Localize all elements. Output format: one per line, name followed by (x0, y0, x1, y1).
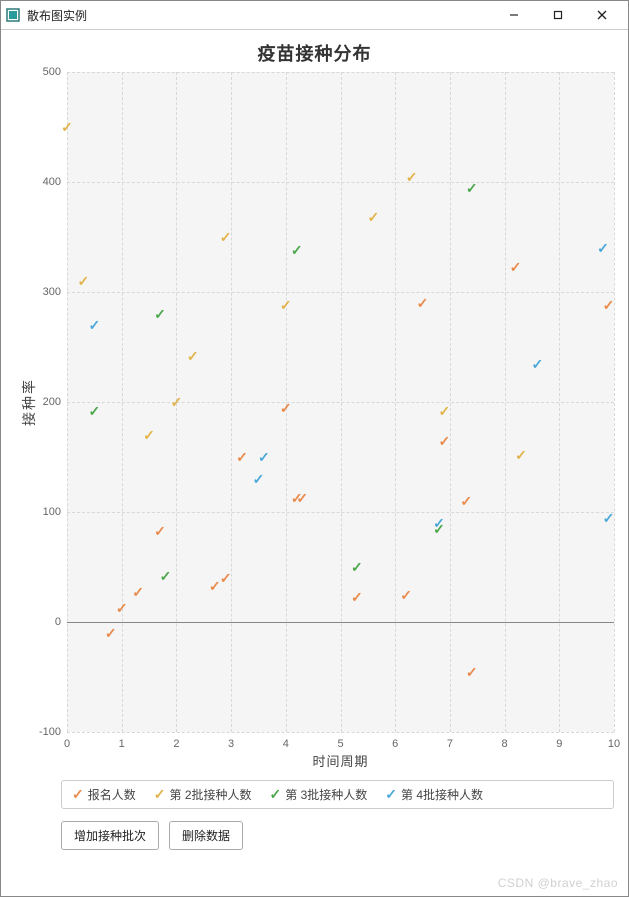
x-tick-label: 9 (556, 738, 562, 750)
data-point[interactable]: ✓ (367, 210, 379, 224)
y-tick-label: 500 (21, 66, 61, 78)
remove-data-button[interactable]: 删除数据 (169, 821, 243, 850)
data-point[interactable]: ✓ (296, 491, 308, 505)
data-point[interactable]: ✓ (220, 571, 232, 585)
x-tick-label: 7 (447, 738, 453, 750)
y-tick-label: 0 (21, 616, 61, 628)
data-point[interactable]: ✓ (220, 230, 232, 244)
legend-item[interactable]: ✓第 3批接种人数 (270, 786, 368, 803)
add-batch-button[interactable]: 增加接种批次 (61, 821, 159, 850)
data-point[interactable]: ✓ (116, 601, 128, 615)
data-point[interactable]: ✓ (236, 450, 248, 464)
legend: ✓报名人数 ✓第 2批接种人数 ✓第 3批接种人数 ✓第 4批接种人数 (61, 780, 614, 809)
x-tick-label: 5 (337, 738, 343, 750)
close-button[interactable] (580, 1, 624, 29)
x-tick-label: 10 (608, 738, 620, 750)
data-point[interactable]: ✓ (417, 296, 429, 310)
legend-item[interactable]: ✓报名人数 (72, 786, 136, 803)
data-point[interactable]: ✓ (351, 560, 363, 574)
legend-item[interactable]: ✓第 2批接种人数 (154, 786, 252, 803)
x-tick-label: 2 (173, 738, 179, 750)
data-point[interactable]: ✓ (351, 590, 363, 604)
data-point[interactable]: ✓ (433, 516, 445, 530)
legend-item[interactable]: ✓第 4批接种人数 (385, 786, 483, 803)
x-tick-label: 6 (392, 738, 398, 750)
check-icon: ✓ (270, 786, 282, 803)
window-title: 散布图实例 (27, 7, 87, 24)
check-icon: ✓ (385, 786, 397, 803)
app-window: 散布图实例 疫苗接种分布 接种率 时间周期 012345678910-10001… (0, 0, 629, 897)
x-tick-label: 3 (228, 738, 234, 750)
legend-label: 第 3批接种人数 (285, 786, 367, 803)
button-row: 增加接种批次 删除数据 (61, 821, 614, 850)
watermark: CSDN @brave_zhao (498, 876, 618, 890)
titlebar: 散布图实例 (1, 1, 628, 30)
data-point[interactable]: ✓ (61, 120, 73, 134)
data-point[interactable]: ✓ (603, 298, 615, 312)
data-point[interactable]: ✓ (280, 298, 292, 312)
check-icon: ✓ (72, 786, 84, 803)
data-point[interactable]: ✓ (154, 524, 166, 538)
x-tick-label: 1 (119, 738, 125, 750)
check-icon: ✓ (154, 786, 166, 803)
x-axis-title: 时间周期 (312, 751, 368, 770)
y-tick-label: 200 (21, 396, 61, 408)
x-tick-label: 0 (64, 738, 70, 750)
data-point[interactable]: ✓ (460, 494, 472, 508)
data-point[interactable]: ✓ (143, 428, 155, 442)
y-tick-label: 100 (21, 506, 61, 518)
data-point[interactable]: ✓ (187, 349, 199, 363)
data-point[interactable]: ✓ (132, 585, 144, 599)
data-point[interactable]: ✓ (400, 588, 412, 602)
data-point[interactable]: ✓ (105, 626, 117, 640)
data-point[interactable]: ✓ (515, 448, 527, 462)
data-point[interactable]: ✓ (291, 243, 303, 257)
x-tick-label: 8 (502, 738, 508, 750)
data-point[interactable]: ✓ (78, 274, 90, 288)
chart-area: 接种率 时间周期 012345678910-100010020030040050… (15, 72, 614, 772)
data-point[interactable]: ✓ (406, 170, 418, 184)
data-point[interactable]: ✓ (280, 401, 292, 415)
data-point[interactable]: ✓ (466, 665, 478, 679)
data-point[interactable]: ✓ (258, 450, 270, 464)
app-icon (5, 7, 21, 23)
data-point[interactable]: ✓ (439, 404, 451, 418)
plot-area: 接种率 时间周期 012345678910-100010020030040050… (67, 72, 614, 732)
minimize-button[interactable] (492, 1, 536, 29)
x-tick-label: 4 (283, 738, 289, 750)
data-point[interactable]: ✓ (439, 434, 451, 448)
y-tick-label: 300 (21, 286, 61, 298)
y-tick-label: 400 (21, 176, 61, 188)
legend-label: 报名人数 (88, 786, 136, 803)
data-point[interactable]: ✓ (466, 181, 478, 195)
data-point[interactable]: ✓ (253, 472, 265, 486)
chart-title: 疫苗接种分布 (1, 40, 628, 66)
data-point[interactable]: ✓ (171, 395, 183, 409)
data-point[interactable]: ✓ (88, 404, 100, 418)
maximize-button[interactable] (536, 1, 580, 29)
data-point[interactable]: ✓ (160, 569, 172, 583)
data-point[interactable]: ✓ (154, 307, 166, 321)
legend-label: 第 4批接种人数 (401, 786, 483, 803)
y-tick-label: -100 (21, 726, 61, 738)
data-point[interactable]: ✓ (597, 241, 609, 255)
data-point[interactable]: ✓ (603, 511, 615, 525)
data-point[interactable]: ✓ (532, 357, 544, 371)
data-point[interactable]: ✓ (510, 260, 522, 274)
legend-label: 第 2批接种人数 (169, 786, 251, 803)
data-point[interactable]: ✓ (88, 318, 100, 332)
